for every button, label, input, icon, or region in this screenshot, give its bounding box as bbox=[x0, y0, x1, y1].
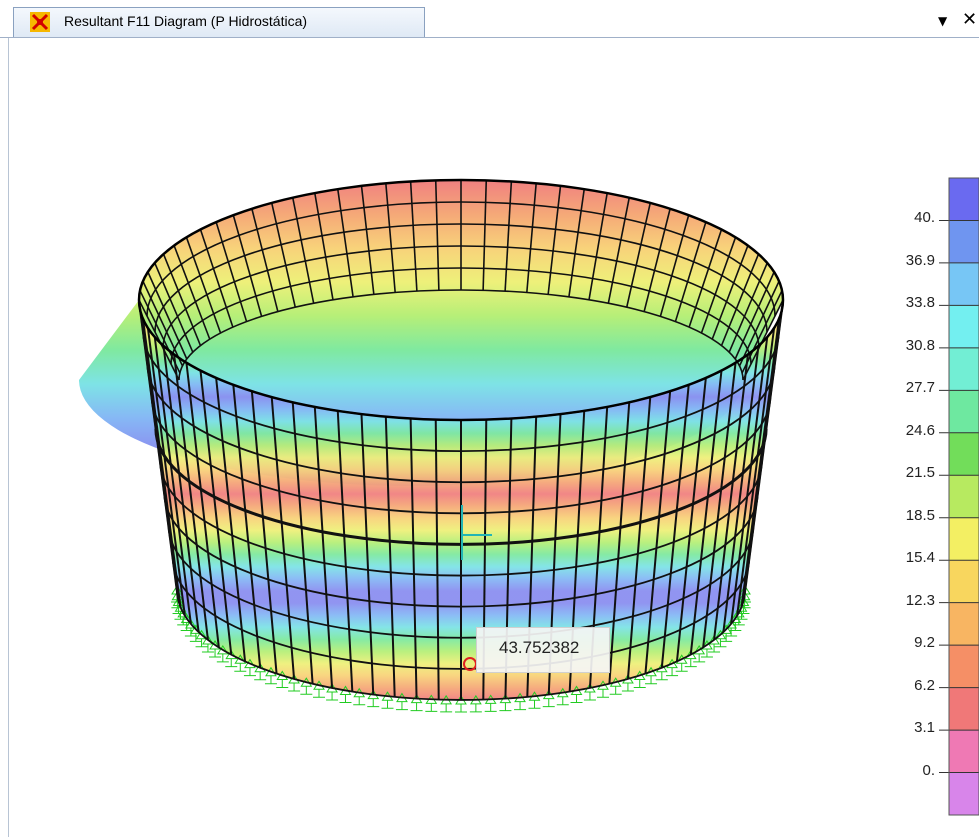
legend-swatch bbox=[949, 602, 979, 646]
legend-label: 18.5 bbox=[905, 506, 935, 524]
legend-label: 12.3 bbox=[905, 591, 935, 609]
legend-swatch bbox=[949, 390, 979, 434]
legend-label: 6.2 bbox=[914, 676, 935, 694]
probe-value: 43.752382 bbox=[499, 638, 580, 657]
legend-swatch bbox=[949, 220, 979, 264]
legend-swatch bbox=[949, 560, 979, 604]
legend-swatch bbox=[949, 475, 979, 519]
legend-label: 0. bbox=[922, 761, 935, 779]
legend-label: 27.7 bbox=[905, 379, 935, 397]
legend-label: 24.6 bbox=[905, 421, 935, 439]
legend-label: 33.8 bbox=[905, 294, 935, 312]
legend-swatch bbox=[949, 687, 979, 731]
probe-value-tooltip: 43.752382 bbox=[476, 627, 610, 673]
legend-label: 9.2 bbox=[914, 634, 935, 652]
legend-label: 15.4 bbox=[905, 549, 935, 567]
legend-swatch bbox=[949, 178, 979, 221]
legend-swatch bbox=[949, 772, 979, 816]
legend-label: 3.1 bbox=[914, 719, 935, 737]
legend-swatch bbox=[949, 645, 979, 689]
shell-contour-diagram[interactable] bbox=[0, 0, 979, 837]
legend-swatch bbox=[949, 730, 979, 774]
legend-label: 36.9 bbox=[905, 251, 935, 269]
legend-label: 40. bbox=[914, 209, 935, 227]
legend-label: 21.5 bbox=[905, 464, 935, 482]
legend-swatch bbox=[949, 432, 979, 476]
legend-swatch bbox=[949, 347, 979, 391]
legend-swatch bbox=[949, 517, 979, 561]
legend-swatch bbox=[949, 305, 979, 349]
legend-swatch bbox=[949, 262, 979, 306]
legend-label: 30.8 bbox=[905, 336, 935, 354]
